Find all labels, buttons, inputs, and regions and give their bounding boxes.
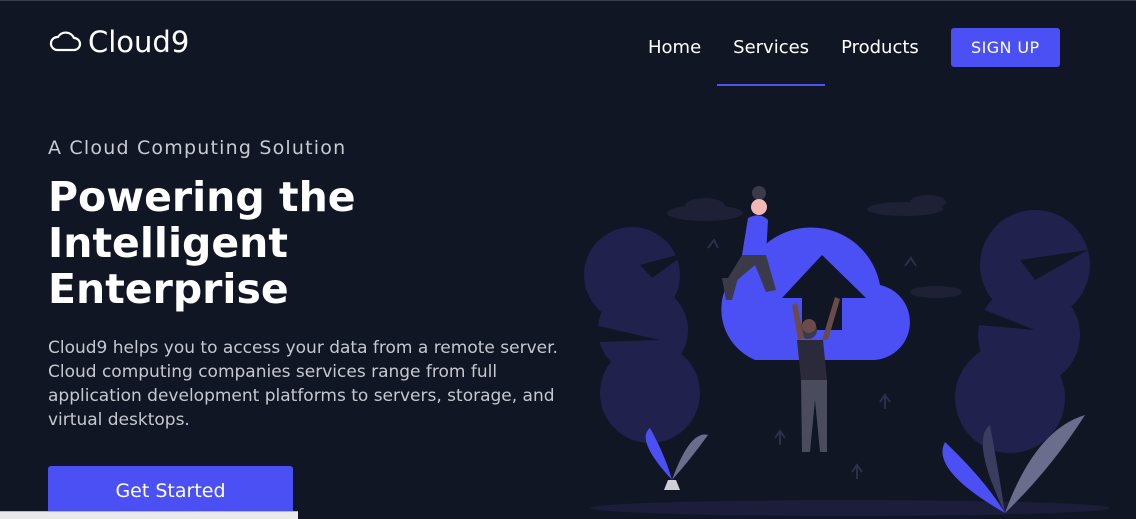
signup-button[interactable]: SIGN UP bbox=[950, 28, 1060, 67]
hero-description: Cloud9 helps you to access your data fro… bbox=[48, 338, 558, 430]
hero-headline: Powering the Intelligent Enterprise bbox=[48, 173, 356, 313]
nav-products-link[interactable]: Products bbox=[825, 35, 935, 61]
cloud-upload-illustration bbox=[584, 186, 1110, 516]
brand-logo[interactable]: Cloud9 bbox=[48, 24, 189, 60]
brand-name: Cloud9 bbox=[88, 25, 190, 59]
nav-services-link[interactable]: Services bbox=[717, 35, 825, 86]
main-nav: Home Services Products SIGN UP bbox=[632, 28, 1060, 86]
hero-eyebrow: A Cloud Computing Solution bbox=[48, 137, 347, 159]
cloud-icon bbox=[49, 31, 82, 52]
nav-home-link[interactable]: Home bbox=[632, 35, 717, 61]
window-top-border bbox=[0, 0, 1136, 1]
